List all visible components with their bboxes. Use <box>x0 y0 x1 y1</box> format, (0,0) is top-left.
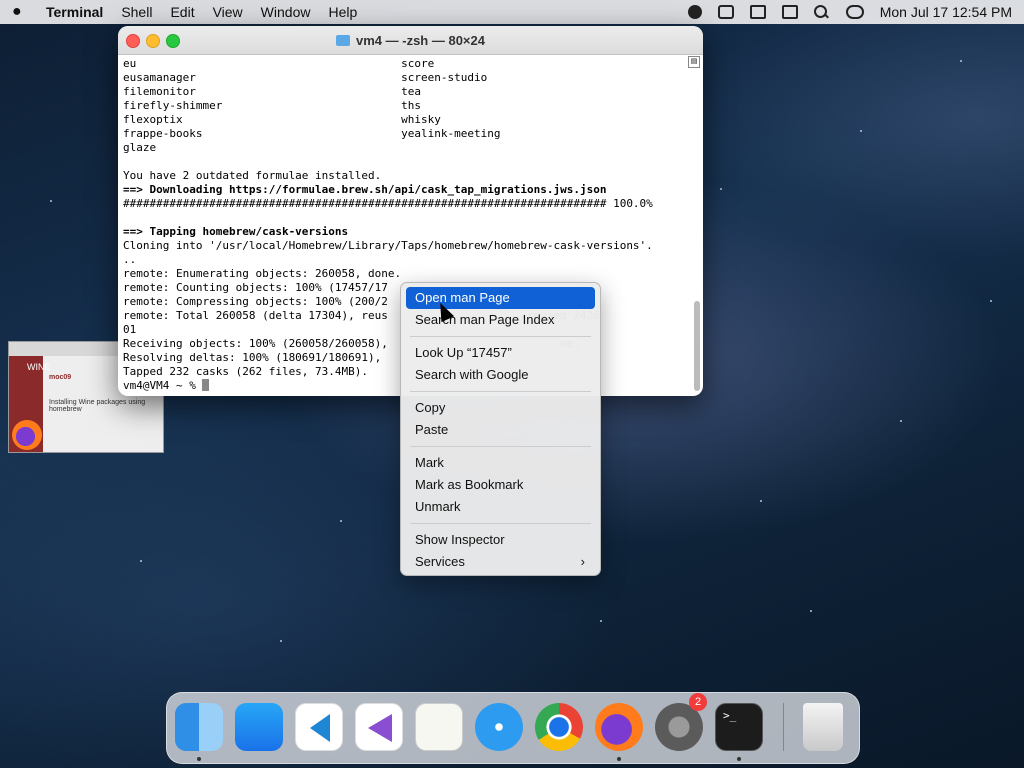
menubar-clock[interactable]: Mon Jul 17 12:54 PM <box>880 4 1012 20</box>
terminal-line: firefly-shimmer ths <box>123 99 422 112</box>
settings-badge: 2 <box>689 693 707 711</box>
terminal-line: ==> Tapping homebrew/cask-versions <box>123 225 349 238</box>
spotlight-search-icon[interactable] <box>813 5 830 19</box>
dock-separator <box>783 703 784 751</box>
visual-studio-icon[interactable] <box>355 703 403 751</box>
menu-item-unmark[interactable]: Unmark <box>406 496 595 518</box>
textedit-icon[interactable] <box>415 703 463 751</box>
menu-separator <box>410 391 591 392</box>
finder-icon[interactable] <box>175 703 223 751</box>
menu-separator <box>410 446 591 447</box>
terminal-line: ########################################… <box>123 197 653 210</box>
terminal-line: Resolving deltas: 100% (180691/180691), <box>123 351 382 364</box>
firefox-icon <box>12 420 42 450</box>
menu-item-look-up[interactable]: Look Up “17457” <box>406 342 595 364</box>
terminal-line: frappe-books yealink-meeting <box>123 127 501 140</box>
trash-icon[interactable] <box>803 703 843 751</box>
chevron-right-icon: › <box>580 554 585 569</box>
terminal-prompt-glyph-icon: >_ <box>723 709 737 722</box>
terminal-line: flexoptix whisky <box>123 113 441 126</box>
zoom-button[interactable] <box>166 34 180 48</box>
menu-bar: ● Terminal Shell Edit View Window Help M… <box>0 0 1024 24</box>
close-button[interactable] <box>126 34 140 48</box>
terminal-running-dot <box>737 757 741 761</box>
firefox-dock-icon[interactable] <box>595 703 643 751</box>
terminal-line: glaze <box>123 141 157 154</box>
status-app-icon[interactable] <box>687 5 702 19</box>
control-center-icon[interactable] <box>845 5 864 19</box>
menu-view[interactable]: View <box>213 4 243 20</box>
terminal-line: filemonitor tea <box>123 85 422 98</box>
app-store-icon[interactable] <box>235 703 283 751</box>
terminal-prompt: vm4@VM4 ~ % <box>123 379 203 392</box>
terminal-line: You have 2 outdated formulae installed. <box>123 169 382 182</box>
menu-item-paste[interactable]: Paste <box>406 419 595 441</box>
terminal-line: remote: Enumerating objects: 260058, don… <box>123 267 402 280</box>
thumbnail-heading: Installing Wine packages using homebrew <box>49 399 146 413</box>
folder-icon <box>336 34 350 46</box>
terminal-line: Cloning into '/usr/local/Homebrew/Librar… <box>123 239 653 252</box>
terminal-dock-icon[interactable]: >_ <box>715 703 763 751</box>
terminal-line: eu score <box>123 57 435 70</box>
menu-item-search-man-page-index[interactable]: Search man Page Index <box>406 309 595 331</box>
status-sidebar-icon[interactable] <box>749 5 766 19</box>
menu-item-mark[interactable]: Mark <box>406 452 595 474</box>
menu-item-services[interactable]: Services › <box>406 551 595 573</box>
menu-item-show-inspector[interactable]: Show Inspector <box>406 529 595 551</box>
scroll-split-icon[interactable]: ▤ <box>688 56 700 68</box>
terminal-line: Tapped 232 casks (262 files, 73.4MB). <box>123 365 369 378</box>
firefox-running-dot <box>617 757 621 761</box>
dock: 2 >_ <box>166 692 860 764</box>
safari-icon[interactable] <box>475 703 523 751</box>
menu-help[interactable]: Help <box>328 4 357 20</box>
vscode-icon[interactable] <box>295 703 343 751</box>
menu-shell[interactable]: Shell <box>121 4 152 20</box>
terminal-line: eusamanager screen-studio <box>123 71 488 84</box>
finder-running-dot <box>197 757 201 761</box>
menu-item-copy[interactable]: Copy <box>406 397 595 419</box>
status-briefcase-icon[interactable] <box>717 5 734 19</box>
context-menu: Open man Page Search man Page Index Look… <box>400 282 601 576</box>
terminal-line: .. <box>123 253 137 266</box>
chrome-icon[interactable] <box>535 703 583 751</box>
terminal-line: 01 <box>123 323 137 336</box>
menu-window[interactable]: Window <box>261 4 311 20</box>
terminal-titlebar[interactable]: vm4 — -zsh — 80×24 <box>118 26 703 55</box>
terminal-line: remote: Counting objects: 100% (17457/17 <box>123 281 388 294</box>
thumbnail-site-name: WINE <box>27 362 51 372</box>
menu-app-name[interactable]: Terminal <box>46 4 103 20</box>
menu-separator <box>410 523 591 524</box>
apple-menu-icon[interactable]: ● <box>12 3 32 21</box>
services-label: Services <box>415 554 465 569</box>
terminal-line: ==> Downloading https://formulae.brew.sh… <box>123 183 607 196</box>
menu-edit[interactable]: Edit <box>170 4 194 20</box>
text-cursor <box>202 379 210 391</box>
terminal-title: vm4 — -zsh — 80×24 <box>356 32 485 48</box>
menu-separator <box>410 336 591 337</box>
menu-item-mark-as-bookmark[interactable]: Mark as Bookmark <box>406 474 595 496</box>
menu-item-search-with-google[interactable]: Search with Google <box>406 364 595 386</box>
terminal-scrollbar[interactable] <box>694 301 700 391</box>
status-window-icon[interactable] <box>781 5 798 19</box>
minimize-button[interactable] <box>146 34 160 48</box>
